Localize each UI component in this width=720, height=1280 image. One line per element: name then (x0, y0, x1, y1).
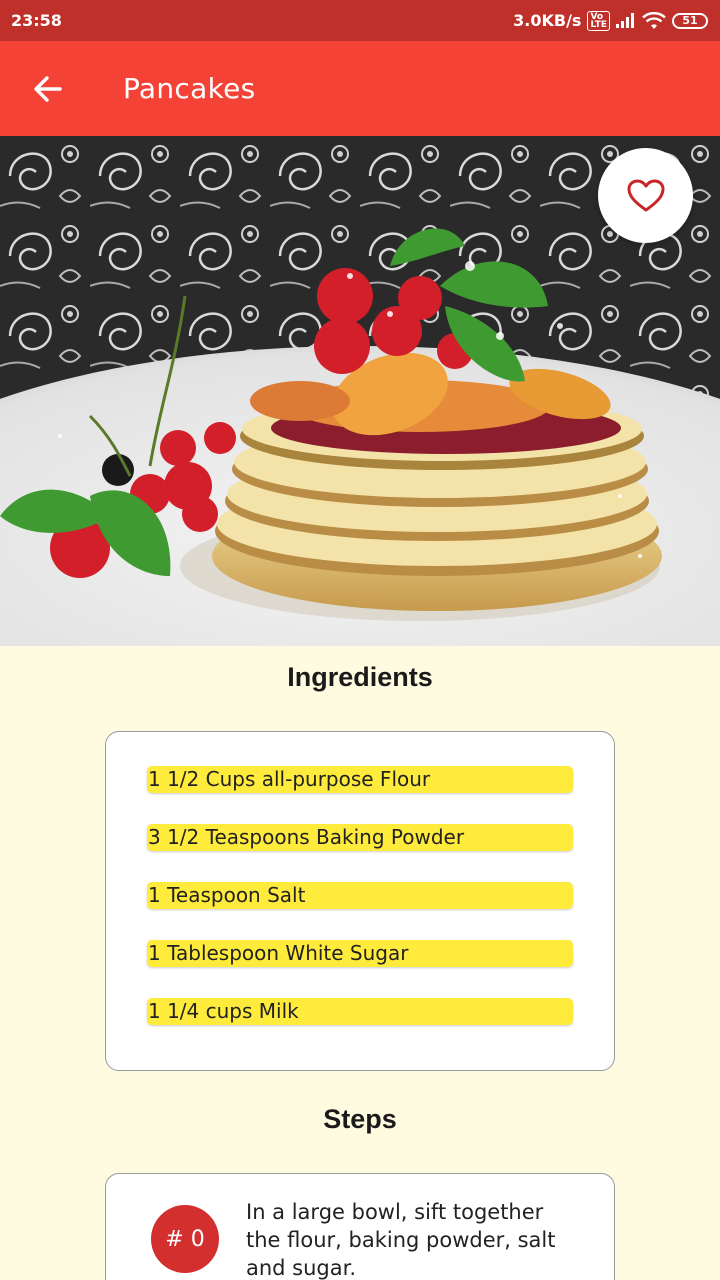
ingredient-item: 1 Teaspoon Salt (147, 882, 573, 909)
ingredient-item: 3 1/2 Teaspoons Baking Powder (147, 824, 573, 851)
step-text: In a large bowl, sift together the flour… (246, 1200, 556, 1280)
steps-heading: Steps (323, 1104, 397, 1134)
app-bar: Pancakes (0, 41, 720, 136)
ingredients-list: 1 1/2 Cups all-purpose Flour 3 1/2 Teasp… (147, 766, 614, 1025)
favorite-button[interactable] (598, 148, 693, 243)
status-icons: 3.0KB/s Vo LTE 51 (513, 10, 708, 31)
battery-icon: 51 (672, 12, 708, 29)
network-speed: 3.0KB/s (513, 11, 582, 30)
wifi-icon (642, 11, 666, 29)
status-time: 23:58 (11, 11, 62, 30)
step-card: # 0 In a large bowl, sift together the f… (105, 1173, 615, 1280)
arrow-left-icon (34, 75, 62, 102)
step-number-badge: # 0 (151, 1205, 219, 1273)
ingredient-item: 1 1/2 Cups all-purpose Flour (147, 766, 573, 793)
back-button[interactable] (24, 65, 72, 113)
signal-icon (616, 12, 634, 28)
volte-icon: Vo LTE (587, 10, 610, 31)
ingredients-heading: Ingredients (287, 662, 433, 692)
status-bar: 23:58 3.0KB/s Vo LTE 51 (0, 0, 720, 41)
heart-outline-icon (627, 179, 664, 211)
ingredient-item: 1 1/4 cups Milk (147, 998, 573, 1025)
ingredient-item: 1 Tablespoon White Sugar (147, 940, 573, 967)
recipe-hero-image (0, 136, 720, 646)
page-title: Pancakes (123, 72, 256, 105)
ingredients-card: 1 1/2 Cups all-purpose Flour 3 1/2 Teasp… (105, 731, 615, 1071)
